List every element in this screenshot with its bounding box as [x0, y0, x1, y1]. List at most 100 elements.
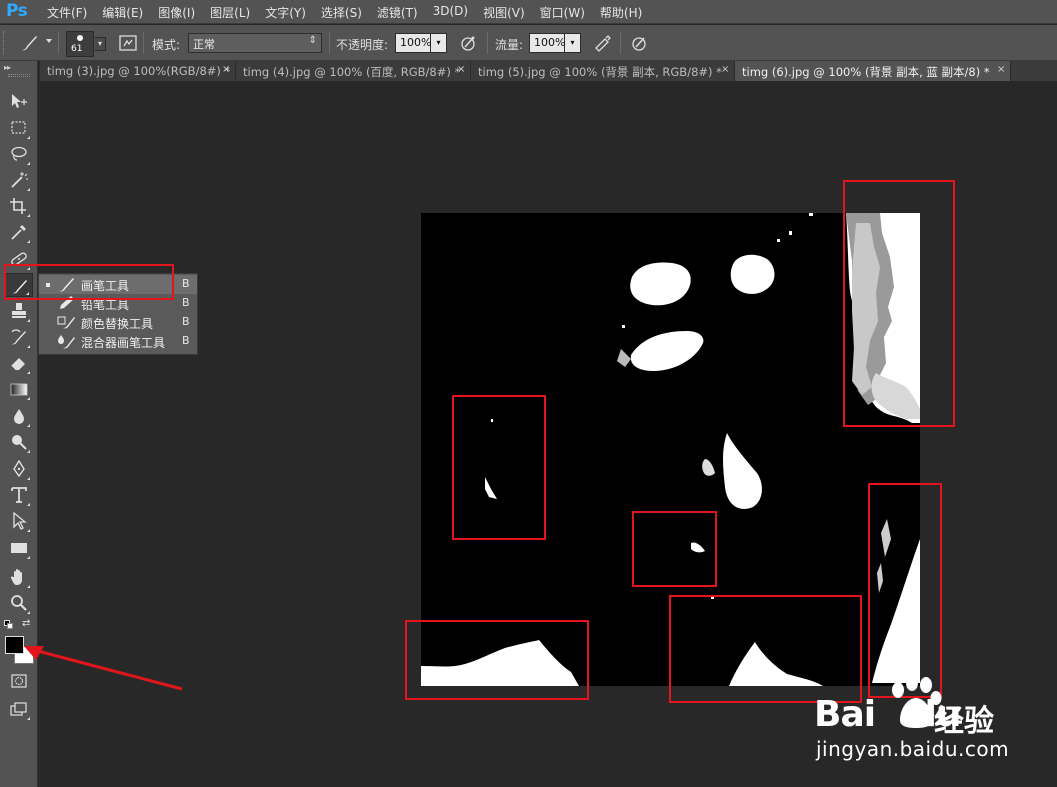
- annotation-box-bottom-left: [405, 620, 589, 700]
- annotation-box-center: [632, 511, 717, 587]
- annotation-box-top-right: [843, 180, 955, 427]
- menu-filter[interactable]: 滤镜(T): [377, 4, 418, 21]
- close-icon[interactable]: ×: [721, 64, 729, 75]
- brush-size-value: 61: [71, 44, 83, 54]
- rectangle-tool[interactable]: [5, 536, 33, 560]
- lasso-icon: [11, 146, 27, 161]
- type-tool[interactable]: [5, 483, 33, 507]
- eyedropper-icon: [11, 225, 26, 240]
- menu-layer[interactable]: 图层(L): [210, 4, 250, 21]
- hand-tool[interactable]: [5, 565, 33, 589]
- swap-colors-icon[interactable]: ⇄: [22, 618, 30, 629]
- menu-window[interactable]: 窗口(W): [540, 4, 585, 21]
- zoom-tool[interactable]: [5, 591, 33, 615]
- opacity-label: 不透明度:: [336, 38, 389, 52]
- airbrush-icon[interactable]: [591, 31, 615, 55]
- rectangular-marquee-icon: [11, 121, 26, 134]
- tab-label: timg (5).jpg @ 100% (背景 副本, RGB/8#) *: [478, 65, 722, 79]
- flyout-item-label: 颜色替换工具: [81, 317, 154, 331]
- flyout-item-label: 混合器画笔工具: [81, 336, 166, 350]
- menu-select[interactable]: 选择(S): [321, 4, 362, 21]
- menu-items: 文件(F) 编辑(E) 图像(I) 图层(L) 文字(Y) 选择(S) 滤镜(T…: [47, 4, 657, 21]
- clone-stamp-tool[interactable]: [5, 299, 33, 323]
- menu-help[interactable]: 帮助(H): [600, 4, 642, 21]
- brush-size-dropdown-icon[interactable]: ▾: [95, 37, 106, 51]
- options-bar: 61 ▾ 模式: 正常 ⇕ 不透明度: 100% ▾ 流量: 100% ▾: [0, 25, 1057, 61]
- annotation-box-left-middle: [452, 395, 546, 540]
- stamp-icon: [12, 303, 26, 318]
- options-grip: [3, 31, 7, 55]
- opacity-input[interactable]: 100%: [395, 33, 431, 53]
- annotation-box-brush-tool: [4, 264, 174, 300]
- brush-size-picker[interactable]: 61: [66, 31, 94, 57]
- document-tab-bar: timg (3).jpg @ 100%(RGB/8#) * × timg (4)…: [40, 61, 1057, 81]
- eraser-tool[interactable]: [5, 351, 33, 375]
- dodge-tool[interactable]: [5, 430, 33, 454]
- pen-icon: [13, 460, 25, 478]
- lasso-tool[interactable]: [5, 142, 33, 166]
- tab-timg-3[interactable]: timg (3).jpg @ 100%(RGB/8#) * ×: [40, 61, 236, 81]
- tab-timg-5[interactable]: timg (5).jpg @ 100% (背景 副本, RGB/8#) * ×: [471, 61, 735, 81]
- type-icon: [11, 487, 27, 503]
- close-icon[interactable]: ×: [997, 64, 1005, 75]
- mode-value: 正常: [193, 38, 215, 51]
- menu-type[interactable]: 文字(Y): [265, 4, 306, 21]
- path-selection-icon: [13, 512, 27, 530]
- brush-preset-dropdown-icon[interactable]: [46, 39, 52, 43]
- magic-wand-tool[interactable]: [5, 168, 33, 192]
- marquee-tool[interactable]: [5, 116, 33, 140]
- pressure-size-icon[interactable]: [628, 31, 652, 55]
- hand-icon: [10, 569, 22, 585]
- menu-bar: Ps 文件(F) 编辑(E) 图像(I) 图层(L) 文字(Y) 选择(S) 滤…: [0, 0, 1057, 24]
- history-brush-icon: [11, 329, 26, 345]
- watermark-url: jingyan.baidu.com: [816, 737, 1010, 761]
- flow-input[interactable]: 100%: [529, 33, 565, 53]
- menu-file[interactable]: 文件(F): [47, 4, 87, 21]
- eyedropper-tool[interactable]: [5, 220, 33, 244]
- history-brush-tool[interactable]: [5, 325, 33, 349]
- rectangle-icon: [11, 543, 27, 553]
- pen-tool[interactable]: [5, 457, 33, 481]
- menu-3d[interactable]: 3D(D): [433, 4, 468, 21]
- flyout-item-color-replacement[interactable]: 颜色替换工具 B: [39, 313, 197, 332]
- tab-label: timg (6).jpg @ 100% (背景 副本, 蓝 副本/8) *: [742, 65, 990, 79]
- flow-dropdown-icon[interactable]: ▾: [565, 33, 581, 53]
- tab-timg-4[interactable]: timg (4).jpg @ 100% (百度, RGB/8#) * ×: [236, 61, 471, 81]
- crop-icon: [10, 198, 26, 214]
- annotation-box-right-lower: [868, 483, 942, 698]
- annotation-arrow-icon: [24, 646, 183, 691]
- flyout-item-mixer-brush[interactable]: 混合器画笔工具 B: [39, 332, 197, 351]
- baidu-jingyan-watermark: Bai du 经验 jingyan.baidu.com: [806, 674, 1046, 774]
- color-replacement-icon: [57, 316, 75, 329]
- panel-grip: [8, 74, 30, 77]
- crop-tool[interactable]: [5, 194, 33, 218]
- brush-preset-icon[interactable]: [18, 31, 42, 55]
- menu-view[interactable]: 视图(V): [483, 4, 525, 21]
- default-colors-icon[interactable]: [4, 620, 13, 629]
- move-tool[interactable]: [5, 89, 33, 113]
- flyout-item-shortcut: B: [182, 315, 190, 328]
- path-selection-tool[interactable]: [5, 509, 33, 533]
- menu-image[interactable]: 图像(I): [158, 4, 195, 21]
- close-icon[interactable]: ×: [457, 64, 465, 75]
- mode-select[interactable]: 正常 ⇕: [188, 33, 322, 53]
- magic-wand-icon: [11, 172, 28, 188]
- gradient-icon: [10, 383, 28, 396]
- gradient-tool[interactable]: [5, 377, 33, 401]
- tab-timg-6[interactable]: timg (6).jpg @ 100% (背景 副本, 蓝 副本/8) * ×: [735, 61, 1011, 81]
- collapse-panel-icon[interactable]: ▸▸: [4, 63, 11, 72]
- tab-label: timg (4).jpg @ 100% (百度, RGB/8#) *: [243, 65, 461, 79]
- flyout-item-shortcut: B: [182, 334, 190, 347]
- pressure-opacity-icon[interactable]: [457, 31, 481, 55]
- opacity-dropdown-icon[interactable]: ▾: [431, 33, 447, 53]
- screen-mode-button[interactable]: [5, 697, 33, 721]
- menu-edit[interactable]: 编辑(E): [102, 4, 143, 21]
- close-icon[interactable]: ×: [222, 64, 230, 75]
- blur-tool[interactable]: [5, 404, 33, 428]
- flyout-item-shortcut: B: [182, 296, 190, 309]
- flyout-item-shortcut: B: [182, 277, 190, 290]
- magnifier-icon: [11, 595, 27, 611]
- mode-select-arrows-icon: ⇕: [308, 35, 317, 46]
- brush-tip-icon: [77, 35, 83, 41]
- brush-panel-toggle-icon[interactable]: [116, 31, 140, 55]
